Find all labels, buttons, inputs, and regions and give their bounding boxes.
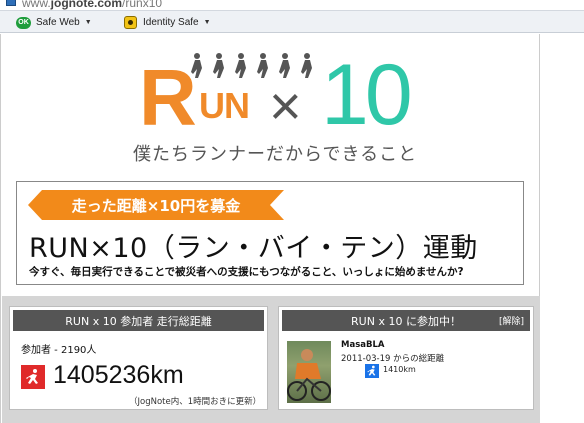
page-content: R UN × 10 僕たちランナーだからできること 走った距離×10円を募金 R…	[0, 34, 540, 423]
safe-web-menu[interactable]: OK Safe Web ▼	[16, 14, 92, 31]
identity-safe-menu[interactable]: Identity Safe ▼	[124, 14, 211, 31]
banner-ribbon: 走った距離×10円を募金	[28, 190, 284, 220]
site-favicon-icon	[6, 0, 16, 6]
logo-letter-r: R	[139, 53, 197, 142]
chevron-down-icon: ▼	[84, 19, 92, 26]
security-toolbar: OK Safe Web ▼ Identity Safe ▼	[0, 10, 584, 33]
chevron-down-icon: ▼	[203, 19, 211, 26]
banner-ribbon-text: 走った距離×10円を募金	[71, 196, 241, 215]
stats-area: RUN x 10 参加者 走行総距離 参加者 - 2190人 1405236km…	[2, 296, 540, 423]
total-distance-header: RUN x 10 参加者 走行総距離	[13, 310, 264, 331]
identity-safe-label: Identity Safe	[143, 17, 199, 28]
since-date-label: 2011-03-19 からの総距離	[341, 354, 445, 364]
logo-times-sign: ×	[269, 74, 302, 137]
user-name[interactable]: MasaBLA	[341, 340, 384, 350]
safe-web-ok-icon: OK	[16, 16, 31, 29]
banner-subtitle: 今すぐ、毎日実行できることで被災者への支援にもつながること、いっしょに始めません…	[29, 266, 464, 278]
total-distance-value: 1405236km	[53, 361, 184, 389]
address-bar[interactable]: www.jognote.com/runx10	[0, 0, 584, 10]
run-x10-logo: R UN × 10 僕たちランナーだからできること	[97, 48, 437, 168]
banner-title: RUN×10（ラン・バイ・テン）運動	[29, 233, 478, 264]
logo-tagline: 僕たちランナーだからできること	[133, 144, 418, 165]
campaign-banner[interactable]: 走った距離×10円を募金 RUN×10（ラン・バイ・テン）運動 今すぐ、毎日実行…	[16, 181, 524, 285]
participant-count: 参加者 - 2190人	[21, 345, 97, 356]
url-text[interactable]: www.jognote.com/runx10	[22, 0, 162, 10]
safe-web-label: Safe Web	[36, 17, 80, 28]
runner-icon	[365, 364, 379, 378]
total-distance-panel: RUN x 10 参加者 走行総距離 参加者 - 2190人 1405236km…	[9, 306, 268, 410]
update-note: （JogNote内、1時間おきに更新）	[129, 397, 262, 407]
user-participation-header: RUN x 10 に参加中！ [解除]	[282, 310, 530, 331]
logo-letters-un: UN	[199, 85, 250, 126]
logo-number-ten: 10	[321, 47, 413, 143]
unjoin-link[interactable]: [解除]	[499, 310, 524, 331]
user-photo[interactable]	[287, 341, 331, 403]
user-participation-panel: RUN x 10 に参加中！ [解除] MasaBLA 2011-03-19 か…	[278, 306, 534, 410]
user-participation-title: RUN x 10 に参加中！	[351, 314, 461, 328]
user-distance-value: 1410km	[383, 365, 416, 374]
runner-icon	[21, 365, 45, 389]
identity-safe-icon	[124, 16, 137, 29]
